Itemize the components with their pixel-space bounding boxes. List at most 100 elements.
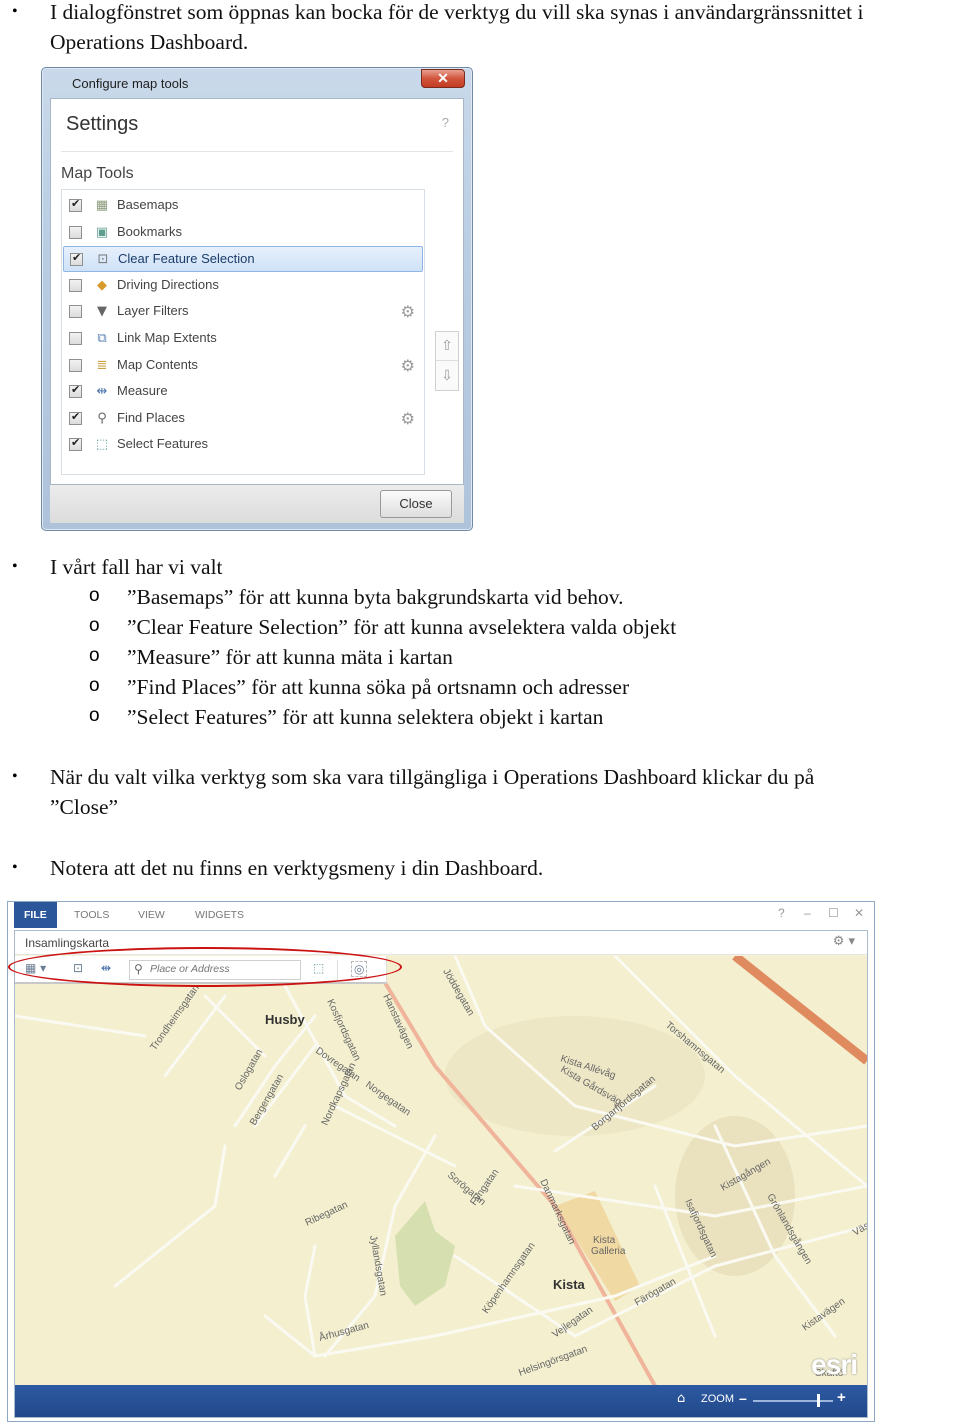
choice-item: ”Select Features” för att kunna selekter… <box>127 705 604 729</box>
basemaps-dropdown-icon[interactable]: ▦ ▾ <box>25 961 46 975</box>
menu-tools[interactable]: TOOLS <box>74 902 109 928</box>
zoom-label: ZOOM <box>701 1393 734 1405</box>
toolbar-note: Notera att det nu finns en verktygsmeny … <box>50 856 544 880</box>
dialog-close-x-button[interactable]: ✕ <box>421 69 465 88</box>
place-label-husby: Husby <box>265 1012 306 1027</box>
tool-checkbox[interactable] <box>69 436 82 452</box>
divider <box>61 151 453 152</box>
tool-row-layer-filters[interactable]: ▼ Layer Filters ⚙ <box>63 299 423 325</box>
tool-checkbox[interactable] <box>69 383 82 399</box>
minimize-icon[interactable]: – <box>804 906 811 920</box>
map-widget: Insamlingskarta ⚙ ▾ Husby Kista Kista Galle… <box>14 930 868 1418</box>
intro-text-line2: Operations Dashboard. <box>50 30 249 54</box>
map-tools-list: ▦ Basemaps ▣ Bookmarks ⊡ Clear Feature Select… <box>61 189 425 475</box>
sub-bullet-icon: o <box>89 705 100 726</box>
operations-dashboard-window: FILE TOOLS VIEW WIDGETS ? – ☐ ✕ Insamlin… <box>7 901 875 1422</box>
measure-icon: ⇹ <box>96 384 108 400</box>
close-note-line2: ”Close” <box>50 795 119 819</box>
menu-view[interactable]: VIEW <box>138 902 165 928</box>
measure-icon[interactable]: ⇹ <box>101 961 111 975</box>
map-canvas[interactable]: Husby Kista Kista Galleria Trondheimsgatan Os… <box>15 956 867 1386</box>
tool-row-basemaps[interactable]: ▦ Basemaps <box>63 193 423 219</box>
tool-row-find-places[interactable]: ⚲ Find Places ⚙ <box>63 406 423 432</box>
sub-bullet-icon: o <box>89 675 100 696</box>
help-icon[interactable]: ? <box>778 906 785 920</box>
bullet-icon: • <box>12 859 18 876</box>
intro-text-line1: I dialogfönstret som öppnas kan bocka fö… <box>50 0 864 24</box>
tool-row-clear-feature-selection[interactable]: ⊡ Clear Feature Selection <box>63 246 423 273</box>
maximize-icon[interactable]: ☐ <box>828 906 839 920</box>
tool-checkbox[interactable] <box>69 225 82 239</box>
gear-icon[interactable]: ⚙ <box>401 356 415 375</box>
poi-label: Kista <box>593 1235 616 1246</box>
help-icon[interactable]: ? <box>442 115 449 130</box>
gear-icon[interactable]: ⚙ <box>401 302 415 321</box>
tool-label: Basemaps <box>117 197 179 212</box>
choices-heading: I vårt fall har vi valt <box>50 555 223 579</box>
tool-row-link-map-extents[interactable]: ⧉ Link Map Extents <box>63 326 423 352</box>
tool-checkbox[interactable] <box>69 197 82 212</box>
tool-row-map-contents[interactable]: ≣ Map Contents ⚙ <box>63 353 423 379</box>
bookmarks-icon: ▣ <box>95 224 109 240</box>
sub-bullet-icon: o <box>89 645 100 666</box>
tool-checkbox[interactable] <box>70 251 83 267</box>
filter-icon: ▼ <box>97 304 107 320</box>
tool-row-select-features[interactable]: ⬚ Select Features <box>63 432 423 458</box>
bullet-icon: • <box>12 3 18 20</box>
locate-icon[interactable]: ◎ <box>351 961 368 977</box>
settings-heading: Settings <box>66 113 139 135</box>
tool-row-measure[interactable]: ⇹ Measure <box>63 379 423 405</box>
move-up-arrow-icon[interactable]: ⇧ <box>436 332 458 361</box>
map-footer: ⌂ ZOOM – + <box>15 1385 867 1417</box>
search-input[interactable] <box>150 963 295 975</box>
zoom-slider[interactable] <box>753 1394 833 1407</box>
tool-label: Select Features <box>117 436 209 452</box>
tool-checkbox[interactable] <box>69 410 82 425</box>
zoom-slider-thumb[interactable] <box>817 1394 820 1407</box>
zoom-out-button[interactable]: – <box>739 1390 747 1406</box>
map-contents-icon: ≣ <box>96 357 108 373</box>
configure-map-tools-dialog: Configure map tools ✕ Settings ? Map Too… <box>41 67 473 531</box>
map-toolbar: ▦ ▾ ⊡ ⇹ ⚲ ⬚ ◎ <box>15 956 387 984</box>
search-icon: ⚲ <box>134 962 143 976</box>
clear-selection-icon[interactable]: ⊡ <box>73 961 83 975</box>
tool-label: Link Map Extents <box>117 330 217 345</box>
dialog-window-title: Configure map tools <box>72 76 189 91</box>
choice-item: ”Find Places” för att kunna söka på orts… <box>127 675 630 699</box>
tool-label: Driving Directions <box>117 276 219 292</box>
tool-row-driving-directions[interactable]: ◆ Driving Directions <box>63 273 423 299</box>
map-settings-gear-icon[interactable]: ⚙ ▾ <box>833 934 855 949</box>
tool-checkbox[interactable] <box>69 358 82 372</box>
map-tools-section-label: Map Tools <box>61 165 134 182</box>
reorder-buttons: ⇧ ⇩ <box>435 331 459 391</box>
move-down-arrow-icon[interactable]: ⇩ <box>436 362 458 391</box>
dialog-footer: Close <box>50 485 464 523</box>
home-icon[interactable]: ⌂ <box>677 1391 685 1406</box>
dialog-body: Settings ? Map Tools ▦ Basemaps ▣ Bookmarks… <box>50 98 464 485</box>
find-places-search[interactable]: ⚲ <box>129 960 301 980</box>
tool-label: Measure <box>117 383 168 399</box>
map-title: Insamlingskarta <box>25 936 110 950</box>
sub-bullet-icon: o <box>89 585 100 606</box>
tool-checkbox[interactable] <box>69 278 82 292</box>
close-icon[interactable]: ✕ <box>854 906 864 920</box>
poi-label: Galleria <box>591 1246 626 1257</box>
tool-label: Bookmarks <box>117 223 183 239</box>
tool-label: Clear Feature Selection <box>118 251 255 267</box>
select-features-icon[interactable]: ⬚ <box>313 961 324 975</box>
gear-icon[interactable]: ⚙ <box>401 409 415 428</box>
menu-widgets[interactable]: WIDGETS <box>195 902 244 928</box>
choice-item: ”Basemaps” för att kunna byta bakgrundsk… <box>127 585 624 609</box>
bullet-icon: • <box>12 768 18 785</box>
zoom-in-button[interactable]: + <box>837 1389 846 1406</box>
bullet-icon: • <box>12 558 18 575</box>
tool-checkbox[interactable] <box>69 332 82 345</box>
place-label-kista: Kista <box>553 1277 586 1292</box>
tool-row-bookmarks[interactable]: ▣ Bookmarks <box>63 220 423 246</box>
map-titlebar: Insamlingskarta ⚙ ▾ <box>15 931 867 955</box>
close-button[interactable]: Close <box>380 490 452 518</box>
driving-directions-icon: ◆ <box>97 277 107 293</box>
tool-checkbox[interactable] <box>69 305 82 319</box>
tool-label: Map Contents <box>117 356 198 372</box>
menu-file[interactable]: FILE <box>14 902 57 928</box>
